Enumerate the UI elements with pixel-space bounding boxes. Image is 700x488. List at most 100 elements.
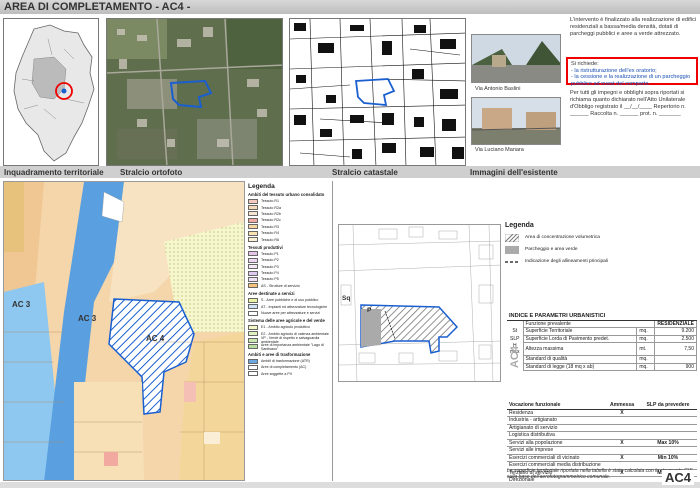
schema-label-sq: Sq [342, 295, 351, 302]
legend-swatch [248, 283, 258, 289]
legend-section-5: Ambiti e aree di trasformazione [248, 351, 311, 357]
intro-text: L'intervento è finalizzato alla realizza… [570, 17, 697, 37]
schema-label-p: P [367, 307, 372, 314]
obligations-text: Per tutti gli impegni e obblighi sopra r… [570, 90, 686, 117]
table-cell-amm: X [605, 454, 639, 463]
legend-title: Legenda [248, 183, 275, 190]
legend-swatch [248, 230, 258, 236]
voc-header-vocazione: Vocazione funzionale [507, 402, 605, 410]
legend-label: Tessuto P3 [261, 264, 279, 269]
page-title: AREA DI COMPLETAMENTO - AC4 - [4, 1, 191, 13]
table-row: Residenza X [507, 409, 697, 418]
table-cell-label: Superficie Territoriale [522, 327, 638, 336]
legend-swatch [248, 276, 258, 282]
catastale-ac4-outline [354, 78, 396, 107]
legend-label: Nuove aree per attrezzature e servizi [261, 311, 320, 316]
legend-section-4: Sistema delle aree agricole e del verde [248, 318, 325, 324]
legend-label: Aree di completamento (AC) [261, 365, 307, 370]
legend-label: Aree soggette a PII [261, 371, 292, 376]
table-cell-amm [605, 416, 639, 425]
table-cell-unit: mq. [636, 355, 656, 364]
table-cell-value [654, 355, 697, 364]
schema-legend-allineamenti: Indicazione degli allineamenti principal… [505, 256, 695, 268]
table-cell-label: Artigianato di servizio [507, 424, 605, 433]
indices-title: INDICE E PARAMETRI URBANISTICI [507, 313, 697, 321]
table-cell-label: Industria - artigianato [507, 416, 605, 425]
indices-table: INDICE E PARAMETRI URBANISTICI Funzione … [507, 313, 697, 372]
legend-label: Tessuto R4 [261, 231, 279, 236]
table-cell-amm: X [605, 409, 639, 418]
legend-label: Aree di importanza ambientale "Lago di S… [261, 342, 324, 351]
ortofoto-panel [106, 18, 283, 166]
gray-swatch [505, 246, 519, 254]
legend-swatch [248, 251, 258, 257]
schema-legend-title: Legenda [505, 222, 534, 229]
photo-manara [471, 97, 561, 145]
legend-label: Tessuto R2a [261, 205, 281, 210]
footer-bar [0, 482, 700, 488]
table-cell-slp [639, 416, 697, 425]
legend-item: Nuove aree per attrezzature e servizi [248, 310, 329, 316]
photo-caption-baslini: Via Antonio Baslini [475, 86, 521, 92]
legend-label: Tessuto P5 [261, 277, 279, 282]
request-item-2: - la cessione e la realizzazione di un p… [571, 74, 691, 87]
legend-section-1: Ambiti del tessuto urbano consolidato [248, 192, 325, 197]
indices-vertical-label: AC4 [509, 345, 522, 368]
legend-label: E1 - Ambito agricolo produttivo [261, 325, 310, 330]
legend-section-2: Tessuti produttivi [248, 244, 283, 250]
table-cell-label: Standard di qualità [522, 355, 638, 364]
photo-baslini [471, 34, 561, 83]
legend-swatch [248, 264, 258, 270]
legend-label: AS - Strutture di servizio [261, 283, 300, 288]
table-cell-label: Logistica distributiva [507, 431, 605, 440]
table-cell-amm [605, 431, 639, 440]
table-cell-amm [605, 446, 639, 455]
table-cell-amm [605, 424, 639, 433]
footer-ac4-label: AC4 [661, 470, 694, 485]
schema-legend-parcheggio: Parcheggio e area verde [505, 244, 695, 256]
legend-label: S - Aree pubbliche e di uso pubblico [261, 298, 319, 303]
voc-header-slp: SLP da prevedere [639, 402, 697, 410]
table-row: St Superficie Territoriale mq. 9.200 [507, 327, 697, 336]
table-cell-value: 2.500 [654, 334, 697, 344]
legend-group-3: S - Aree pubbliche e di uso pubblico AT -… [248, 297, 329, 316]
table-row: H max Altezza massima mt. 7,50 [507, 342, 697, 357]
table-row: Standard di qualità mq. [507, 355, 697, 364]
legend-section-3: Aree destinate a servizi [248, 291, 295, 297]
ortofoto-image [107, 19, 282, 165]
table-cell-unit: mq. [636, 334, 656, 344]
table-cell-value: 900 [654, 362, 697, 372]
legend-swatch [248, 217, 258, 223]
territory-map [13, 24, 95, 162]
caption-immagini-strip: Immagini dell'esistente [470, 168, 558, 177]
table-cell-label: Residenza [507, 409, 605, 418]
caption-ortofoto-strip: Stralcio ortofoto [120, 168, 183, 177]
table-row: Servizi alle imprese [507, 446, 697, 455]
table-cell-value: 7,50 [654, 342, 697, 357]
hatch-swatch [505, 234, 519, 242]
table-cell-label: Altezza massima [522, 342, 638, 357]
legend-group-4: E1 - Ambito agricolo produttivo E2 - Ambi… [248, 324, 329, 351]
legend-swatch [248, 270, 258, 276]
legend-swatch [248, 371, 258, 377]
table-cell-slp: Min 10% [639, 454, 697, 463]
table-cell-unit: mq. [636, 362, 656, 372]
caption-catastale-strip: Stralcio catastale [332, 168, 398, 177]
legend-group-2: Tessuto P1 Tessuto P2 Tessuto P3 Tessuto P4… [248, 251, 329, 289]
legend-label: Tessuto R3 [261, 224, 279, 229]
legend-label: Tessuto R2b [261, 211, 281, 216]
legend-label: Tessuto P1 [261, 251, 279, 256]
legend-swatch [248, 304, 258, 310]
schema-parking [361, 309, 381, 347]
table-cell-unit: mt. [636, 342, 656, 357]
legend-label: Tessuto P4 [261, 271, 279, 276]
table-cell-amm: X [605, 439, 639, 448]
legend-group-1: Tessuto R1 Tessuto R2a Tessuto R2b Tessuto … [248, 198, 329, 243]
table-row: Esercizi commerciali di vicinato X Min 10% [507, 454, 697, 463]
table-row: Industria - artigianato [507, 416, 697, 425]
legend-item: Aree soggette a PII [248, 371, 329, 377]
schema-plan [339, 225, 500, 381]
dash-swatch [505, 261, 519, 263]
legend-swatch [248, 344, 258, 350]
legend-swatch [248, 310, 258, 316]
